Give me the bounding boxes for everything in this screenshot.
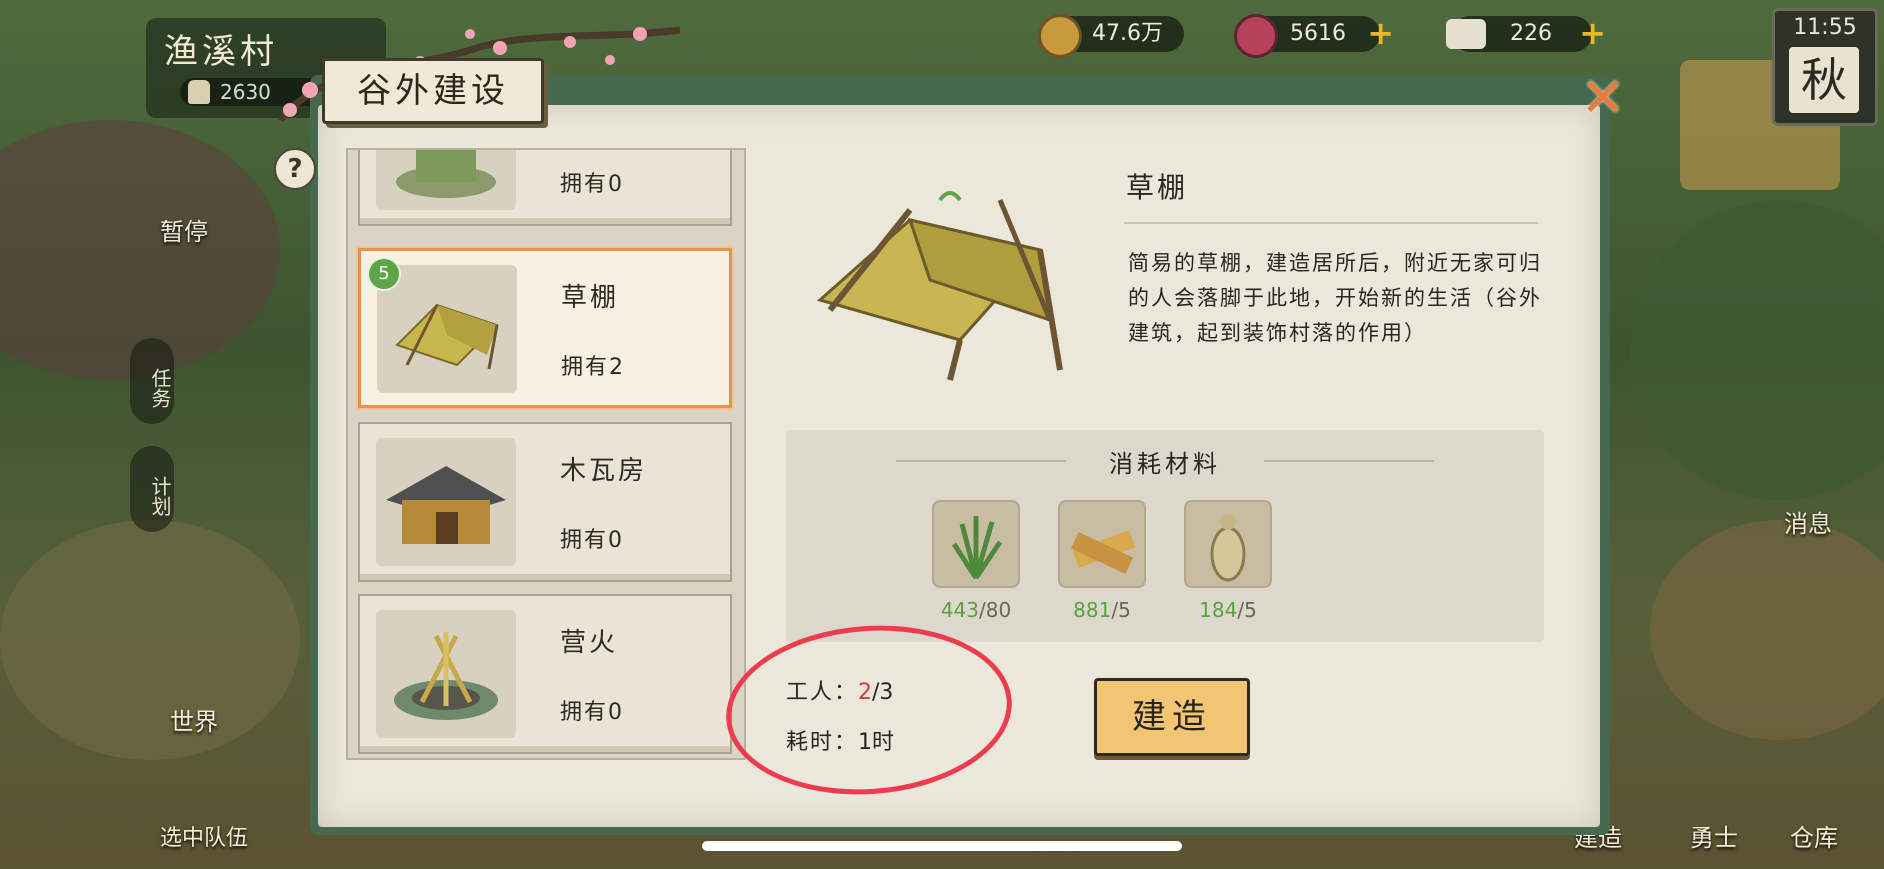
wood-plank-icon	[1058, 500, 1146, 588]
village-name: 渔溪村	[164, 32, 278, 72]
population-value: 2630	[220, 80, 271, 104]
message-button[interactable]: 消息	[1784, 504, 1832, 539]
list-item[interactable]: 拥有0	[358, 150, 732, 226]
building-owned-count: 拥有2	[561, 355, 625, 380]
team-button[interactable]: 选中队伍	[160, 820, 248, 852]
building-owned-count: 拥有0	[560, 528, 624, 553]
list-item[interactable]: 营火 拥有0	[358, 594, 732, 754]
dialog-title-tab: 谷外建设	[322, 58, 544, 124]
help-button[interactable]: ?	[274, 148, 316, 190]
building-thumbnail	[377, 265, 517, 393]
season-clock: 11:55 秋	[1772, 8, 1878, 126]
material-slot[interactable]: 443/80	[932, 500, 1020, 622]
coin-resource: 47.6万	[1038, 14, 1184, 58]
gem-resource: 5616 +	[1234, 14, 1394, 58]
building-title: 草棚	[1126, 171, 1189, 204]
building-owned-count: 拥有0	[560, 172, 624, 197]
material-count: 184/5	[1199, 598, 1257, 622]
grass-icon	[932, 500, 1020, 588]
building-list[interactable]: 拥有0 5 草棚 拥有2 木瓦房 拥有0 营火 拥有0	[346, 148, 746, 760]
hero-button[interactable]: 勇士	[1690, 818, 1738, 853]
material-slot[interactable]: 184/5	[1184, 500, 1272, 622]
material-count: 881/5	[1073, 598, 1131, 622]
season-label: 秋	[1789, 47, 1859, 113]
dialog-title: 谷外建设	[357, 71, 509, 111]
add-ticket-button[interactable]: +	[1579, 16, 1606, 50]
gem-icon	[1234, 14, 1278, 58]
pause-button[interactable]: 暂停	[160, 212, 208, 247]
title-divider	[1124, 222, 1538, 224]
materials-title: 消耗材料	[1109, 450, 1221, 478]
building-thumbnail	[376, 610, 516, 738]
thatch-shed-illustration	[816, 191, 1063, 381]
close-icon[interactable]: ✕	[1578, 71, 1628, 125]
plan-button[interactable]: 计划	[130, 446, 174, 532]
quest-button[interactable]: 任务	[130, 338, 174, 424]
materials-panel: 消耗材料 443/80 881/5 184/5	[786, 430, 1544, 642]
count-badge: 5	[367, 257, 401, 291]
gem-value: 5616	[1290, 21, 1346, 46]
material-slot[interactable]: 881/5	[1058, 500, 1146, 622]
material-count: 443/80	[940, 598, 1012, 622]
building-name: 营火	[560, 628, 619, 658]
rope-icon	[1184, 500, 1272, 588]
list-item[interactable]: 木瓦房 拥有0	[358, 422, 732, 582]
thatch-shed-icon	[395, 303, 499, 370]
building-thumbnail	[376, 438, 516, 566]
ticket-icon	[1446, 19, 1486, 49]
building-owned-count: 拥有0	[560, 700, 624, 725]
campfire-icon	[394, 632, 498, 720]
well-icon	[396, 150, 496, 198]
building-name: 草棚	[561, 283, 620, 313]
wood-tile-house-icon	[386, 466, 506, 544]
home-indicator[interactable]	[702, 841, 1182, 851]
ticket-resource: 226 +	[1446, 16, 1606, 52]
building-description: 简易的草棚，建造居所后，附近无家可归的人会落脚于此地，开始新的生活（谷外建筑，起…	[1128, 251, 1542, 345]
ticket-value: 226	[1510, 21, 1552, 46]
storage-button[interactable]: 仓库	[1790, 818, 1838, 853]
add-gem-button[interactable]: +	[1367, 16, 1394, 50]
person-icon	[188, 80, 210, 104]
clock-time: 11:55	[1793, 15, 1857, 40]
list-item-selected[interactable]: 5 草棚 拥有2	[358, 248, 732, 408]
coin-value: 47.6万	[1092, 21, 1163, 46]
building-thumbnail	[376, 150, 516, 210]
building-name: 木瓦房	[560, 456, 648, 486]
build-button[interactable]: 建造	[1094, 678, 1250, 756]
coin-icon	[1038, 14, 1082, 58]
world-button[interactable]: 世界	[170, 702, 218, 737]
